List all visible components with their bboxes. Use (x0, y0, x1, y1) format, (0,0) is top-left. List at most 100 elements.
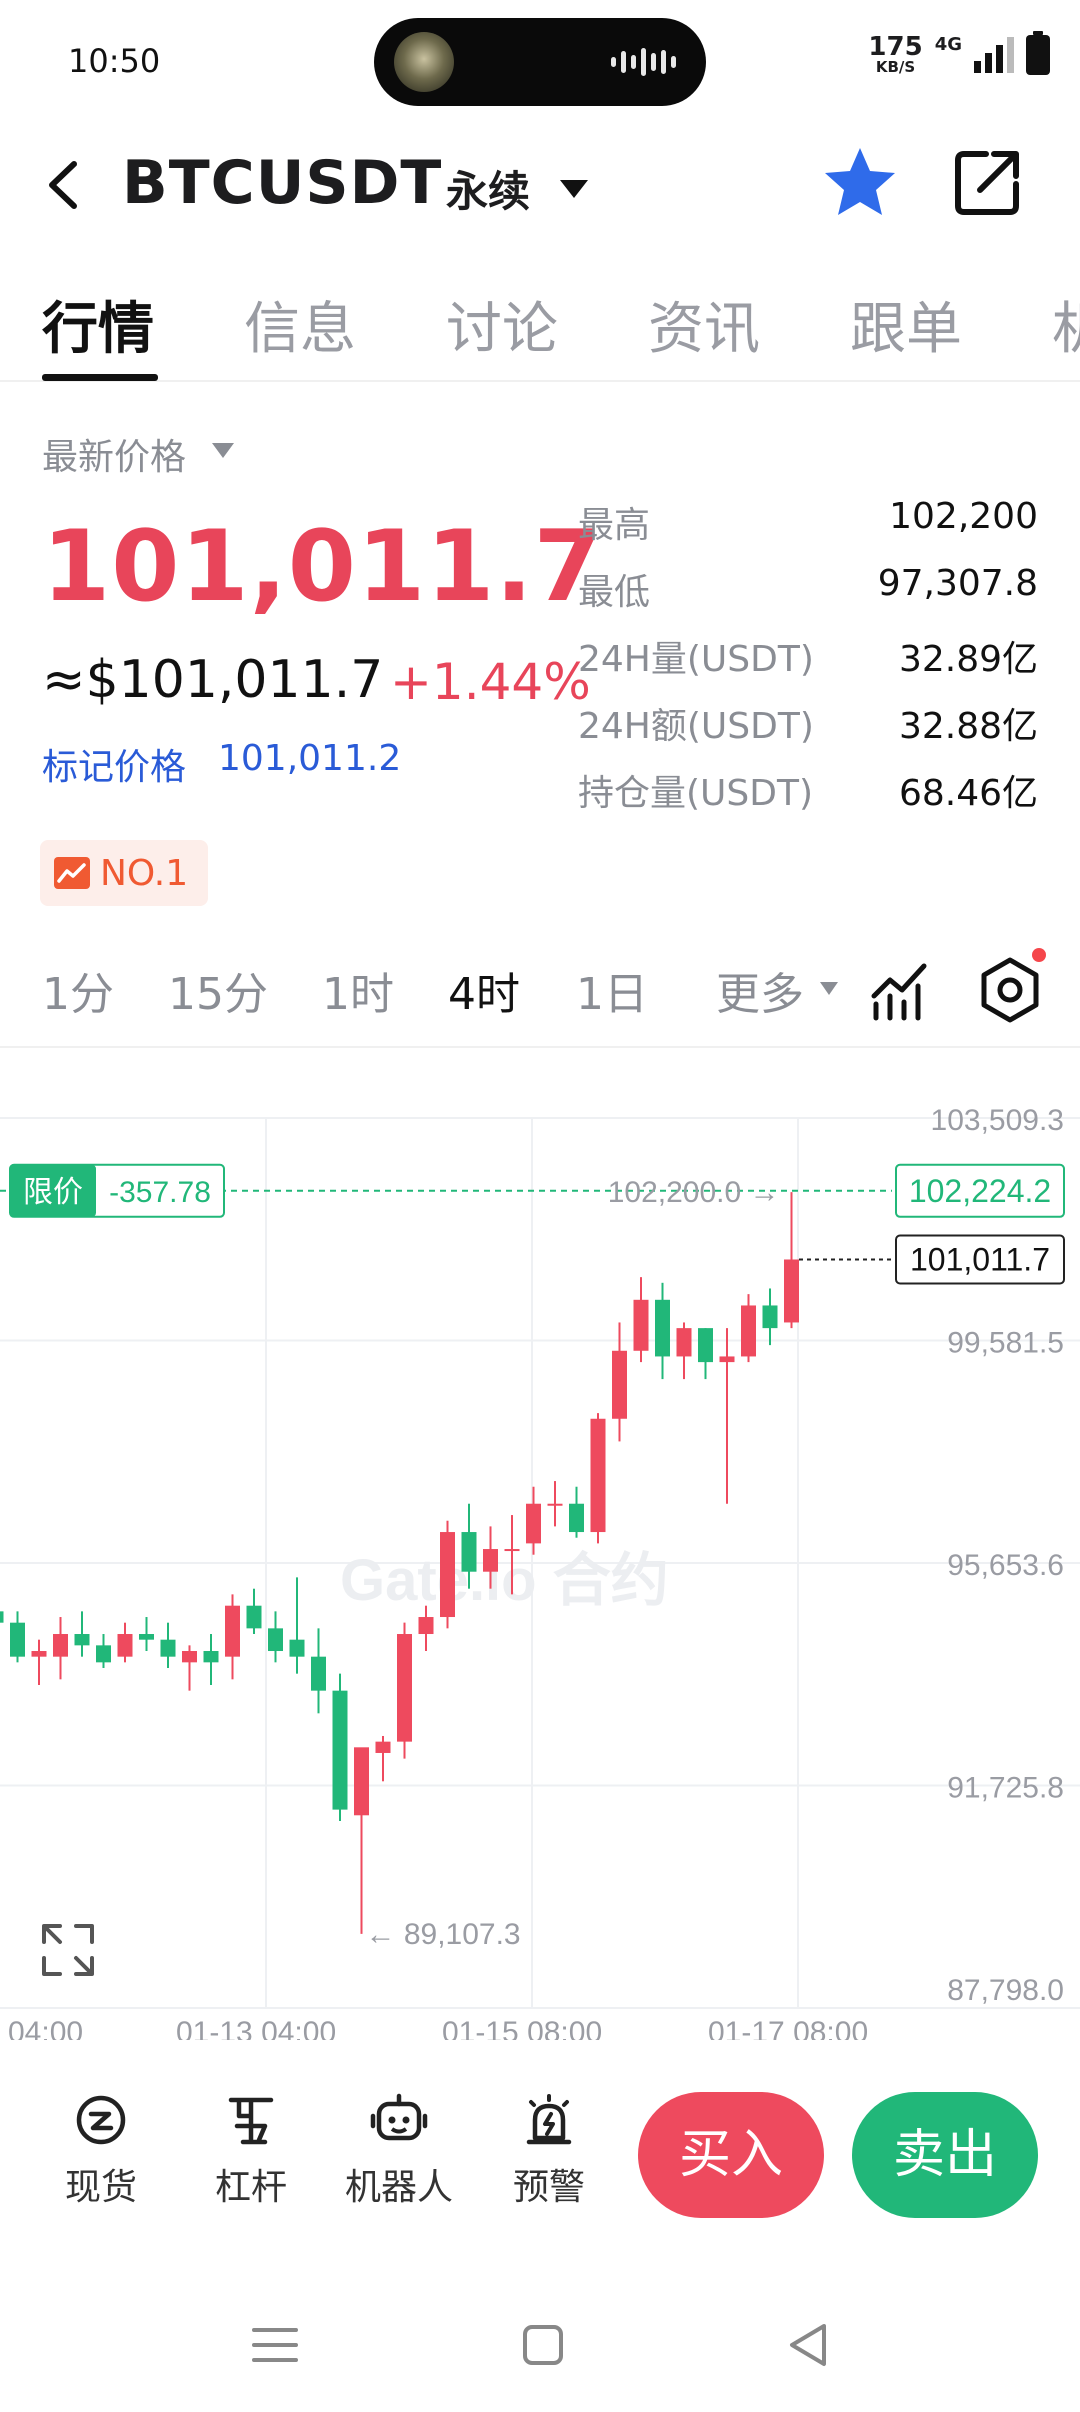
candle-body (612, 1350, 627, 1419)
caret-down-icon[interactable] (556, 170, 592, 206)
leverage-button[interactable]: 杠杆 (186, 2090, 316, 2210)
sell-button[interactable]: 卖出 (852, 2092, 1038, 2218)
tab-bar: 行情 信息 讨论 资讯 跟单 机 (0, 270, 1080, 382)
audio-wave-icon (611, 48, 676, 76)
candle-body (698, 1328, 713, 1363)
candle-body (10, 1622, 25, 1657)
candle-body (289, 1639, 305, 1657)
candle-body (53, 1634, 68, 1657)
caret-down-icon[interactable] (818, 978, 840, 998)
limit-order-price: 102,224.2 (909, 1173, 1051, 1209)
contract-type[interactable]: 永续 (446, 158, 530, 219)
current-price-label: 101,011.7 (910, 1241, 1050, 1277)
active-tab-indicator (42, 374, 158, 381)
bot-button[interactable]: 机器人 (334, 2090, 464, 2210)
spot-icon (76, 2095, 126, 2145)
share-icon[interactable] (950, 144, 1026, 220)
candle-body (504, 1549, 520, 1552)
notification-dot (1032, 948, 1046, 962)
candle-body (676, 1328, 692, 1357)
buy-button[interactable]: 买入 (638, 2092, 824, 2218)
interval-1m[interactable]: 1分 (42, 958, 114, 1022)
x-tick-label: 01-13 04:00 (176, 2016, 336, 2040)
tab-news[interactable]: 资讯 (648, 284, 760, 365)
alert-button[interactable]: 预警 (484, 2090, 614, 2210)
back-icon[interactable] (30, 150, 100, 220)
expand-icon[interactable] (38, 1920, 98, 1980)
rank-badge-label: NO.1 (100, 852, 189, 894)
last-price: 101,011.7 (42, 510, 603, 624)
pair-title[interactable]: BTCUSDT (122, 148, 442, 218)
battery-icon (1026, 30, 1050, 75)
tab-market[interactable]: 行情 (42, 284, 154, 365)
menu-icon[interactable] (240, 2310, 310, 2380)
y-tick-label: 99,581.5 (947, 1327, 1064, 1360)
dynamic-island[interactable] (374, 18, 706, 106)
y-tick-label: 103,509.3 (931, 1104, 1064, 1137)
tab-more[interactable]: 机 (1052, 284, 1080, 365)
caret-down-icon[interactable] (210, 438, 236, 462)
interval-15m[interactable]: 15分 (168, 958, 268, 1022)
status-indicators: 175 KB/S 4G (868, 30, 1050, 76)
signal-icon (974, 36, 1014, 73)
tab-discussion[interactable]: 讨论 (446, 284, 558, 365)
candle-body (31, 1651, 47, 1657)
mark-price-label: 标记价格 (42, 747, 187, 788)
leverage-icon (228, 2097, 274, 2145)
back-nav-icon[interactable] (774, 2310, 844, 2380)
favorite-star-icon[interactable] (820, 142, 900, 222)
alarm-icon (526, 2094, 572, 2145)
candle-body (762, 1305, 778, 1329)
stat-24h-volume: 24H量(USDT) 32.89亿 (578, 639, 1038, 680)
candle-body (418, 1617, 434, 1635)
candle-body (440, 1532, 455, 1618)
tab-info[interactable]: 信息 (244, 284, 356, 365)
home-icon[interactable] (508, 2310, 578, 2380)
trending-icon (54, 857, 90, 889)
candle-body (655, 1299, 670, 1357)
rank-badge[interactable]: NO.1 (40, 840, 208, 906)
status-time: 10:50 (68, 42, 161, 80)
price-type-selector[interactable]: 最新价格 (42, 428, 186, 480)
media-thumbnail (394, 32, 454, 92)
candle-body (160, 1639, 176, 1657)
candle-body (96, 1645, 111, 1663)
interval-1h[interactable]: 1时 (322, 958, 394, 1022)
candle-body (483, 1549, 498, 1572)
candle-body (569, 1503, 584, 1533)
candle-body (246, 1605, 262, 1629)
candle-body (633, 1299, 649, 1351)
tab-copytrade[interactable]: 跟单 (850, 284, 962, 365)
candle-body (225, 1605, 240, 1657)
candle-body (590, 1418, 606, 1533)
candle-body (311, 1656, 326, 1691)
candle-body (741, 1305, 756, 1357)
candle-body (354, 1747, 369, 1816)
candle-body (784, 1259, 799, 1323)
candle-body (0, 1611, 4, 1623)
y-tick-label: 87,798.0 (947, 1974, 1064, 2007)
spot-button[interactable]: 现货 (36, 2090, 166, 2210)
usd-price: ≈$101,011.7 (42, 650, 384, 710)
interval-1d[interactable]: 1日 (576, 958, 648, 1022)
stat-high: 最高 102,200 (578, 496, 1038, 546)
candle-body (526, 1503, 541, 1544)
chart-canvas[interactable]: Gate.io 合约 限价 -357.78 102,224.2 101,011.7 1… (0, 1080, 1080, 2040)
system-nav-bar (0, 2280, 1080, 2412)
chart-settings-icon[interactable] (974, 954, 1046, 1026)
x-tick-label: 01-17 08:00 (708, 2016, 868, 2040)
candlestick-chart[interactable]: Gate.io 合约 限价 -357.78 102,224.2 101,011.7 1… (0, 1080, 1080, 2040)
network-speed: 175 KB/S (868, 32, 923, 76)
candle-body (461, 1532, 477, 1572)
watermark: Gate.io 合约 (340, 1548, 669, 1613)
trade-action-bar: 现货 杠杆 机器人 预警 买入 卖出 (0, 2050, 1080, 2250)
mark-price-value: 101,011.2 (218, 738, 402, 779)
candle-body (268, 1628, 283, 1652)
interval-4h[interactable]: 4时 (448, 958, 520, 1022)
candle-body (203, 1651, 219, 1663)
interval-more[interactable]: 更多 (716, 958, 804, 1022)
x-tick-label: 04:00 (8, 2016, 83, 2040)
candle-body (117, 1634, 133, 1657)
indicator-icon[interactable] (866, 956, 934, 1024)
change-percent: +1.44% (390, 653, 591, 711)
